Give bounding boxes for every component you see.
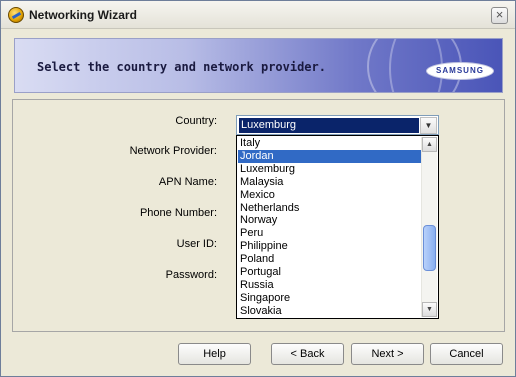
country-option[interactable]: Peru xyxy=(238,227,421,240)
dropdown-arrow-icon[interactable]: ▼ xyxy=(420,117,437,134)
country-option[interactable]: Slovakia xyxy=(238,305,421,318)
user-id-label: User ID: xyxy=(176,238,217,250)
samsung-logo: SAMSUNG xyxy=(426,62,494,80)
apn-name-label: APN Name: xyxy=(158,176,217,188)
wizard-banner: Select the country and network provider.… xyxy=(14,38,503,93)
wizard-app-icon xyxy=(8,7,24,23)
network-provider-label: Network Provider: xyxy=(129,145,217,157)
scroll-down-arrow-icon[interactable]: ▼ xyxy=(422,302,437,317)
close-button[interactable]: × xyxy=(491,7,508,24)
country-option[interactable]: Malaysia xyxy=(238,176,421,189)
phone-number-label: Phone Number: xyxy=(139,207,217,219)
help-button[interactable]: Help xyxy=(178,343,251,365)
password-label: Password: xyxy=(165,269,217,281)
country-option[interactable]: Portugal xyxy=(238,266,421,279)
country-option[interactable]: Luxemburg xyxy=(238,163,421,176)
back-button[interactable]: < Back xyxy=(271,343,344,365)
window-title: Networking Wizard xyxy=(29,8,137,22)
title-bar[interactable]: Networking Wizard × xyxy=(1,1,515,29)
country-option[interactable]: Russia xyxy=(238,279,421,292)
country-option[interactable]: Philippine xyxy=(238,240,421,253)
country-selected-value: Luxemburg xyxy=(239,118,419,133)
country-option[interactable]: Mexico xyxy=(238,189,421,202)
country-select[interactable]: Luxemburg ▼ xyxy=(236,115,439,135)
cancel-button[interactable]: Cancel xyxy=(430,343,503,365)
country-option[interactable]: Italy xyxy=(238,137,421,150)
banner-instruction: Select the country and network provider. xyxy=(37,60,326,74)
country-dropdown-list[interactable]: Italy Jordan Luxemburg Malaysia Mexico Nether… xyxy=(236,135,439,319)
scroll-thumb[interactable] xyxy=(423,225,436,271)
next-button[interactable]: Next > xyxy=(351,343,424,365)
country-option[interactable]: Singapore xyxy=(238,292,421,305)
networking-wizard-window: Networking Wizard × Select the country a… xyxy=(0,0,516,377)
country-option[interactable]: Jordan xyxy=(238,149,421,163)
country-option[interactable]: Netherlands xyxy=(238,202,421,215)
country-option[interactable]: Poland xyxy=(238,253,421,266)
dropdown-scrollbar[interactable]: ▲ ▼ xyxy=(421,137,437,317)
country-label: Country: xyxy=(175,115,217,127)
country-option[interactable]: Norway xyxy=(238,214,421,227)
scroll-up-arrow-icon[interactable]: ▲ xyxy=(422,137,437,152)
